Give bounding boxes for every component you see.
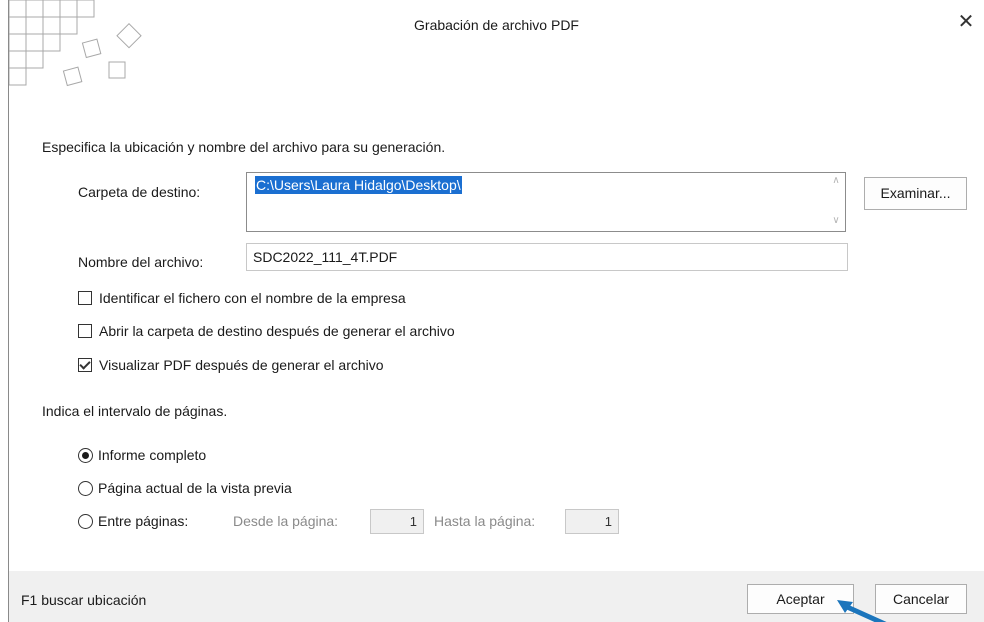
filename-input[interactable]: SDC2022_111_4T.PDF <box>246 243 848 271</box>
radio-label-full-report[interactable]: Informe completo <box>98 447 206 463</box>
location-heading: Especifica la ubicación y nombre del arc… <box>42 139 446 155</box>
option-checkbox-company-name[interactable] <box>78 291 92 305</box>
radio-full-report[interactable] <box>78 448 93 463</box>
option-checkbox-open-folder[interactable] <box>78 324 92 338</box>
close-icon[interactable]: ✕ <box>954 10 978 34</box>
folder-scrollbar[interactable]: ∧ ∨ <box>827 173 845 231</box>
scroll-down-icon[interactable]: ∨ <box>830 215 842 226</box>
app-logo <box>9 0 142 87</box>
radio-current-page[interactable] <box>78 481 93 496</box>
radio-label-current-page[interactable]: Página actual de la vista previa <box>98 480 292 496</box>
pointer-arrow-icon <box>837 600 887 622</box>
browse-button[interactable]: Examinar... <box>864 177 967 210</box>
to-page-input[interactable]: 1 <box>565 509 619 534</box>
folder-value: C:\Users\Laura Hidalgo\Desktop\ <box>255 176 462 194</box>
folder-label: Carpeta de destino: <box>78 184 201 200</box>
option-label-open-folder[interactable]: Abrir la carpeta de destino después de g… <box>99 323 455 339</box>
scroll-up-icon[interactable]: ∧ <box>830 175 842 186</box>
from-page-label: Desde la página: <box>233 513 339 529</box>
pdf-save-dialog: Grabación de archivo PDF ✕ Especifica la… <box>8 0 984 622</box>
filename-label: Nombre del archivo: <box>78 254 204 270</box>
f1-hint: F1 buscar ubicación <box>21 592 147 608</box>
radio-between-pages[interactable] <box>78 514 93 529</box>
from-page-input[interactable]: 1 <box>370 509 424 534</box>
radio-label-between-pages[interactable]: Entre páginas: <box>98 513 188 529</box>
dialog-title: Grabación de archivo PDF <box>414 17 579 33</box>
option-checkbox-view-pdf[interactable] <box>78 358 92 372</box>
range-heading: Indica el intervalo de páginas. <box>42 403 228 419</box>
option-label-company-name[interactable]: Identificar el fichero con el nombre de … <box>99 290 406 306</box>
option-label-view-pdf[interactable]: Visualizar PDF después de generar el arc… <box>99 357 384 373</box>
to-page-label: Hasta la página: <box>434 513 536 529</box>
folder-field[interactable]: C:\Users\Laura Hidalgo\Desktop\ ∧ ∨ <box>246 172 846 232</box>
